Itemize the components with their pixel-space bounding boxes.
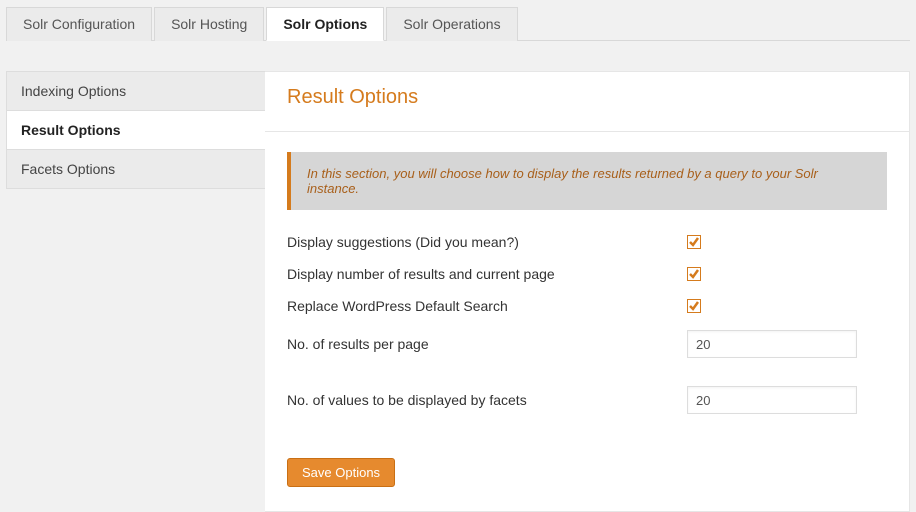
- input-facet-values[interactable]: [687, 386, 857, 414]
- input-results-per-page[interactable]: [687, 330, 857, 358]
- notice-box: In this section, you will choose how to …: [287, 152, 887, 210]
- save-button[interactable]: Save Options: [287, 458, 395, 487]
- tab-solr-hosting[interactable]: Solr Hosting: [154, 7, 264, 41]
- check-icon: [688, 268, 700, 280]
- label-display-suggestions: Display suggestions (Did you mean?): [287, 234, 687, 250]
- page-title: Result Options: [287, 86, 887, 115]
- checkbox-display-suggestions[interactable]: [687, 235, 701, 249]
- checkbox-display-numresults[interactable]: [687, 267, 701, 281]
- label-facet-values: No. of values to be displayed by facets: [287, 392, 687, 408]
- checkbox-replace-search[interactable]: [687, 299, 701, 313]
- tab-solr-operations[interactable]: Solr Operations: [386, 7, 517, 41]
- check-icon: [688, 236, 700, 248]
- main-panel: Result Options In this section, you will…: [265, 71, 910, 512]
- label-results-per-page: No. of results per page: [287, 336, 687, 352]
- divider: [265, 131, 909, 132]
- tab-solr-configuration[interactable]: Solr Configuration: [6, 7, 152, 41]
- label-display-numresults: Display number of results and current pa…: [287, 266, 687, 282]
- sidebar-item-facets[interactable]: Facets Options: [6, 149, 266, 189]
- sidebar-item-indexing[interactable]: Indexing Options: [6, 71, 266, 111]
- check-icon: [688, 300, 700, 312]
- sidebar-item-result[interactable]: Result Options: [6, 110, 266, 150]
- tab-solr-options[interactable]: Solr Options: [266, 7, 384, 41]
- sidebar: Indexing Options Result Options Facets O…: [6, 71, 266, 512]
- label-replace-search: Replace WordPress Default Search: [287, 298, 687, 314]
- top-tabs: Solr Configuration Solr Hosting Solr Opt…: [6, 6, 910, 41]
